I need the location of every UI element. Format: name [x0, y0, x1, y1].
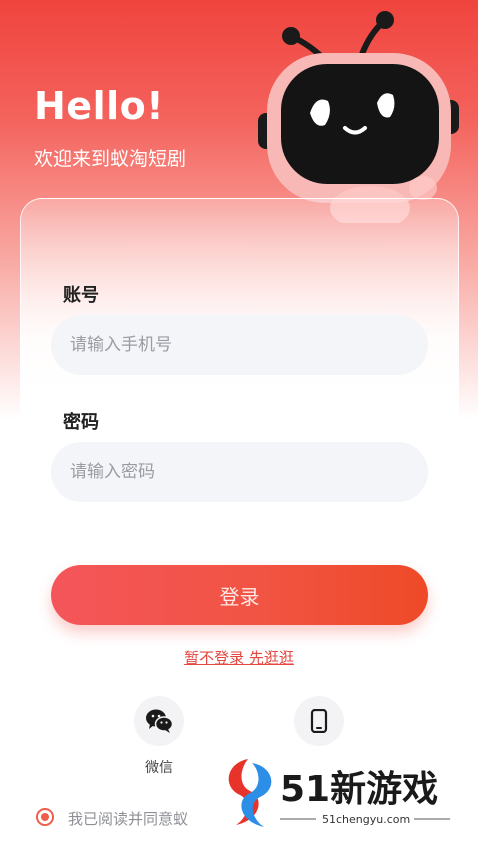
- watermark-logo: 51新游戏 51chengyu.com: [218, 753, 478, 833]
- wechat-icon: [146, 709, 173, 733]
- guest-browse-link[interactable]: 暂不登录 先逛逛: [184, 649, 294, 667]
- welcome-subtitle: 欢迎来到蚁淘短剧: [34, 148, 187, 170]
- watermark-title: 51新游戏: [280, 769, 438, 810]
- password-label: 密码: [63, 412, 99, 433]
- phone-icon: [310, 709, 328, 733]
- login-button[interactable]: 登录: [51, 565, 428, 625]
- agreement-checkbox[interactable]: [36, 808, 54, 826]
- phone-input[interactable]: [51, 315, 428, 375]
- hello-title: Hello!: [34, 84, 165, 128]
- account-label: 账号: [63, 285, 99, 306]
- guest-browse-link-wrapper: 暂不登录 先逛逛: [0, 647, 478, 668]
- password-input[interactable]: [51, 442, 428, 502]
- wechat-label: 微信: [145, 760, 173, 776]
- phone-login-button[interactable]: [294, 696, 344, 746]
- robot-mascot-illustration: [258, 11, 459, 223]
- watermark-url: 51chengyu.com: [322, 813, 410, 826]
- agreement-text: 我已阅读并同意蚁: [68, 810, 189, 828]
- wechat-login-button[interactable]: [134, 696, 184, 746]
